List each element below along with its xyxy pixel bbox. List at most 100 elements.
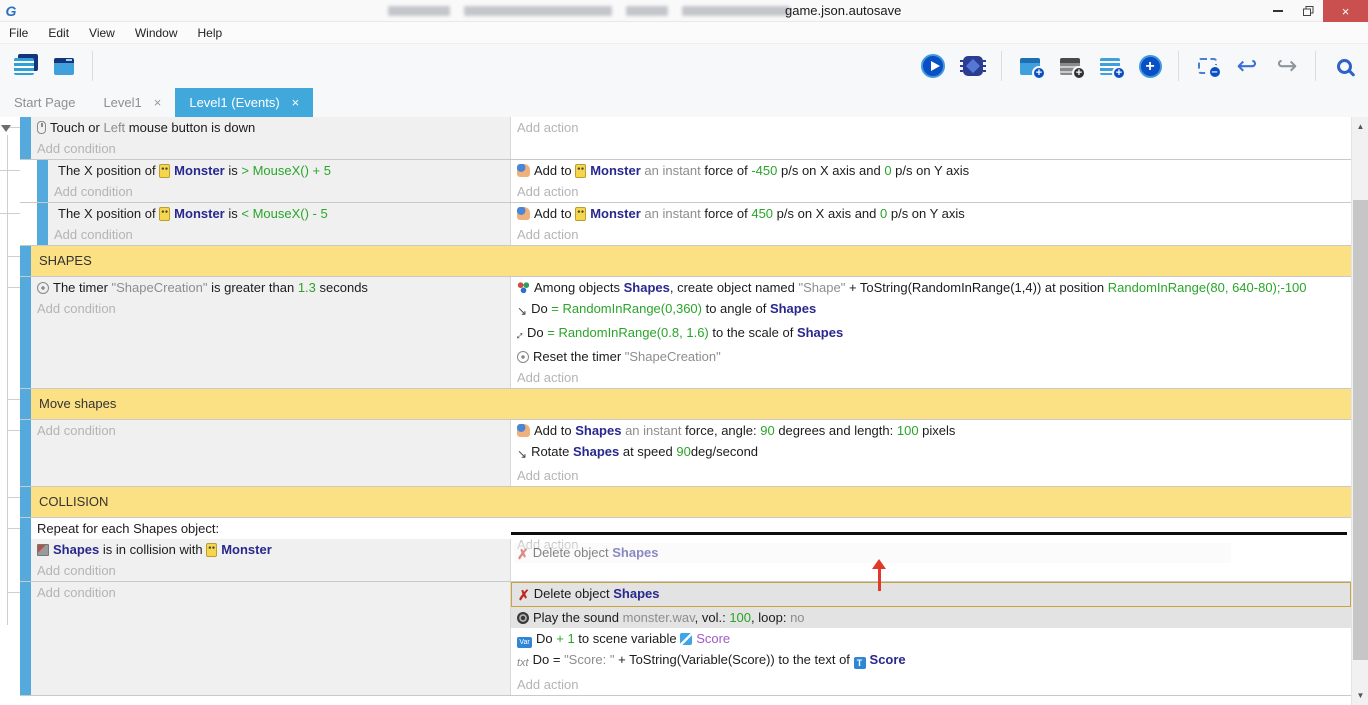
action-row[interactable]: Delete object Shapes [511,582,1351,607]
event-indent-bar [20,420,31,486]
indent-spacer [20,203,37,245]
add-condition-link[interactable]: Add condition [31,420,510,441]
action-row[interactable]: Add to Monster an instant force of -450 … [511,160,1351,181]
tree-connector [7,399,20,400]
scene-window-icon[interactable] [48,50,80,82]
conditions-cell: The timer "ShapeCreation" is greater tha… [31,277,511,388]
vertical-scrollbar[interactable]: ▲ ▼ [1351,117,1368,705]
search-icon[interactable] [1328,50,1360,82]
add-subevent-icon[interactable]: + [1094,50,1126,82]
add-action-link[interactable]: Add action [511,465,1351,486]
menu-edit[interactable]: Edit [38,24,79,42]
foreach-header[interactable]: Repeat for each Shapes object: [31,518,1351,539]
add-condition-link[interactable]: Add condition [48,181,510,202]
text-segment: , vol.: [695,610,730,625]
text-segment: is greater than [207,280,297,295]
tab-close-icon[interactable]: × [292,95,300,110]
action-row[interactable]: Rotate Shapes at speed 90deg/second [511,441,1351,465]
add-comment-icon[interactable]: + [1054,50,1086,82]
toolbar: + + + + – ↩ ↪ [0,44,1368,88]
action-row[interactable]: Among objects Shapes, create object name… [511,277,1351,298]
text-segment: Rotate [531,444,573,459]
add-condition-link[interactable]: Add condition [31,582,510,603]
scrollbar-thumb[interactable] [1353,200,1368,660]
preview-play-icon[interactable] [917,50,949,82]
scrollbar-up-icon[interactable]: ▲ [1352,118,1368,135]
condition-row[interactable]: Shapes is in collision with Monster [31,539,510,560]
add-action-link[interactable]: Add action [511,367,1351,388]
text-segment: seconds [316,280,368,295]
add-action-link[interactable]: Add action [511,181,1351,202]
text-segment: Monster [590,206,641,221]
text-segment: Add to [534,423,575,438]
undo-icon[interactable]: ↩ [1231,50,1263,82]
action-row[interactable]: Reset the timer "ShapeCreation" [511,346,1351,367]
add-action-link[interactable]: Add action [511,674,1351,695]
text-segment: no [790,610,804,625]
text-segment: = RandomInRange(0,360) [551,301,702,316]
tab-level1[interactable]: Level1 × [89,88,175,117]
add-action-link[interactable]: Add action [511,224,1351,245]
text-segment: Shapes [613,586,659,601]
add-condition-link[interactable]: Add condition [31,298,510,319]
action-row[interactable]: Do = RandomInRange(0.8, 1.6) to the scal… [511,322,1351,346]
add-condition-link[interactable]: Add condition [31,138,510,159]
event: Add conditionAdd to Shapes an instant fo… [20,420,1351,487]
debugger-icon[interactable] [957,50,989,82]
objects-panel-icon[interactable] [8,50,40,82]
text-segment: Shapes [770,301,816,316]
text-segment: Among objects [534,280,624,295]
delete-selection-icon[interactable]: – [1191,50,1223,82]
text-segment: 90 [760,423,774,438]
add-condition-link[interactable]: Add condition [31,560,510,581]
drag-cursor-arrow [871,559,887,593]
add-event-icon[interactable]: + [1014,50,1046,82]
text-segment: mouse button is down [125,120,255,135]
condition-row[interactable]: The X position of Monster is > MouseX() … [48,160,510,181]
scrollbar-down-icon[interactable]: ▼ [1352,687,1368,704]
text-segment: > MouseX() + 5 [241,163,331,178]
conditions-cell: Shapes is in collision with MonsterAdd c… [31,539,511,581]
event-indent-bar [37,160,48,202]
collapse-arrow-icon[interactable] [1,125,11,132]
conditions-cell: Add condition [31,420,511,486]
add-action-link[interactable]: Add action [511,117,1351,138]
menu-help[interactable]: Help [188,24,233,42]
condition-row[interactable]: Touch or Left mouse button is down [31,117,510,138]
action-row[interactable]: Do = RandomInRange(0,360) to angle of Sh… [511,298,1351,322]
action-row[interactable]: Do = "Score: " + ToString(Variable(Score… [511,649,1351,674]
tab-close-icon[interactable]: × [154,95,162,110]
condition-row[interactable]: The X position of Monster is < MouseX() … [48,203,510,224]
tab-level1-events[interactable]: Level1 (Events) × [175,88,313,117]
menu-file[interactable]: File [0,24,38,42]
action-row[interactable]: Add to Monster an instant force of 450 p… [511,203,1351,224]
action-row[interactable]: Do + 1 to scene variable Score [511,628,1351,649]
restore-button[interactable] [1293,0,1323,22]
text-segment: force of [701,163,752,178]
condition-row[interactable]: The timer "ShapeCreation" is greater tha… [31,277,510,298]
text-segment: , loop: [751,610,790,625]
text-segment: an instant [641,163,701,178]
menu-view[interactable]: View [79,24,125,42]
event-group-header[interactable]: SHAPES [20,246,1351,277]
tree-connector [7,256,20,257]
text-segment: The X position of [58,206,159,221]
scale-icon [517,324,523,346]
tree-connector [0,213,20,214]
close-button[interactable]: × [1323,0,1368,22]
add-condition-link[interactable]: Add condition [48,224,510,245]
add-other-event-icon[interactable]: + [1134,50,1166,82]
redo-icon[interactable]: ↪ [1271,50,1303,82]
menu-window[interactable]: Window [125,24,188,42]
event-group-header[interactable]: COLLISION [20,487,1351,518]
action-row[interactable]: Add to Shapes an instant force, angle: 9… [511,420,1351,441]
text-segment: Shapes [797,325,843,340]
varbadge-icon [517,637,532,648]
minimize-button[interactable] [1263,0,1293,22]
action-row[interactable]: Play the sound monster.wav, vol.: 100, l… [511,607,1351,628]
text-segment: "Score: " [564,652,614,667]
tab-start-page[interactable]: Start Page [0,88,89,117]
close-icon: × [1342,4,1350,19]
text-segment: at speed [619,444,676,459]
event-group-header[interactable]: Move shapes [20,389,1351,420]
